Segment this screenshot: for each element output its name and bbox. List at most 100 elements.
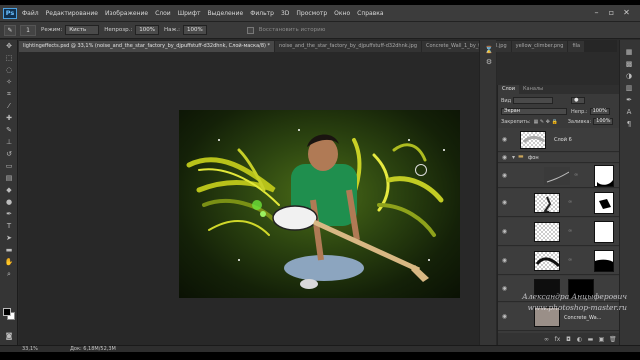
layer-mask-thumbnail[interactable] [594,165,614,187]
foreground-color-swatch[interactable] [3,308,11,316]
menu-items: Файл Редактирование Изображение Слои Шри… [22,5,391,22]
color-panel-icon[interactable]: ▦ [623,48,635,57]
tab-yellow-climber[interactable]: yellow_climber.png [511,41,568,52]
tab-lightingeffects[interactable]: lightingeffects.psd @ 33,1% (noise_and_t… [19,41,275,52]
menu-edit[interactable]: Редактирование [46,10,98,17]
layer-thumbnail [544,167,570,185]
opacity-field[interactable]: 100% [135,25,159,35]
add-mask-icon[interactable]: ◘ [565,336,572,343]
menu-file[interactable]: Файл [22,10,39,17]
visibility-eye-icon[interactable]: ◉ [501,172,508,179]
chevron-down-icon[interactable]: ▾ [512,154,515,161]
gradient-tool-icon[interactable]: ▤ [3,174,15,183]
menu-help[interactable]: Справка [357,10,383,17]
history-panel-icon[interactable]: ⌛ [483,46,495,55]
layer-name[interactable]: Concrete_Wa... [564,315,601,321]
zoom-tool-icon[interactable]: ⌕ [3,270,15,279]
link-layers-icon[interactable]: ∞ [543,336,550,343]
layer-row[interactable]: ◉ Слой 6 [498,128,620,152]
menu-view[interactable]: Просмотр [296,10,327,17]
link-icon: ∞ [574,172,579,178]
layer-row[interactable]: ◉ ∞ [498,189,620,217]
menu-window[interactable]: Окно [334,10,350,17]
adjustments-panel-icon[interactable]: ◑ [623,72,635,81]
styles-panel-icon[interactable]: ▥ [623,84,635,93]
crop-tool-icon[interactable]: ⌗ [3,90,15,99]
layer-mask-thumbnail[interactable] [594,192,614,214]
visibility-eye-icon[interactable]: ◉ [501,285,508,292]
menu-3d[interactable]: 3D [281,10,289,17]
eyedropper-tool-icon[interactable]: ⁄ [3,102,15,111]
adjustment-layer-icon[interactable]: ◐ [576,336,583,343]
tab-fila[interactable]: fila [568,41,585,52]
fill-field[interactable]: 100% [593,118,614,125]
blend-mode-select[interactable]: Экран [501,108,567,115]
visibility-eye-icon[interactable]: ◉ [501,136,508,143]
brush-size-picker[interactable]: 1 [20,24,36,36]
tab-layers[interactable]: Слои [498,85,519,94]
layer-mask-thumbnail[interactable] [594,221,614,243]
tab-channels[interactable]: Каналы [519,85,547,94]
new-group-icon[interactable]: ▬ [587,336,594,343]
layer-opacity-label: Непр.: [571,108,588,115]
paragraph-panel-icon[interactable]: ¶ [623,120,635,129]
flow-field[interactable]: 100% [183,25,207,35]
group-name[interactable]: фон [528,155,539,161]
zoom-level[interactable]: 33,1% [22,346,38,352]
artwork-canvas[interactable] [179,110,460,298]
maximize-icon[interactable]: ▫ [606,7,617,18]
layer-row[interactable]: ◉ ∞ [498,247,620,275]
layer-style-icon[interactable]: fx [554,336,561,343]
layer-group-row[interactable]: ◉ ▾ ▬ фон [498,153,620,163]
erase-history-checkbox[interactable] [246,26,254,34]
tab-concrete-wall[interactable]: Concrete_Wall_1_by_tenjprill.jpg [422,41,511,52]
lock-icons[interactable]: ▦ ✎ ✥ 🔒 [534,119,558,125]
quick-select-tool-icon[interactable]: ✧ [3,78,15,87]
layer-name[interactable]: Слой 6 [554,137,572,143]
swatches-panel-icon[interactable]: ▩ [623,60,635,69]
menu-image[interactable]: Изображение [105,10,148,17]
shape-tool-icon[interactable]: ▬ [3,246,15,255]
blur-tool-icon[interactable]: ◆ [3,186,15,195]
visibility-eye-icon[interactable]: ◉ [501,257,508,264]
trash-icon[interactable]: 🗑 [609,336,617,343]
quick-mask-icon[interactable]: ◙ [3,332,15,341]
layer-row[interactable]: ◉ ∞ [498,164,620,188]
marquee-tool-icon[interactable]: ⬚ [3,54,15,63]
hand-tool-icon[interactable]: ✋ [3,258,15,267]
visibility-eye-icon[interactable]: ◉ [501,199,508,206]
minimize-icon[interactable]: – [591,7,602,18]
properties-panel-icon[interactable]: ⚙ [483,58,495,67]
dodge-tool-icon[interactable]: ● [3,198,15,207]
menu-type[interactable]: Шрифт [178,10,201,17]
lasso-tool-icon[interactable]: ◌ [3,66,15,75]
paths-panel-icon[interactable]: ✒ [623,96,635,105]
close-icon[interactable]: ✕ [621,7,632,18]
layer-opacity-field[interactable]: 100% [589,108,610,115]
layer-row[interactable]: ◉ ∞ [498,218,620,246]
filter-toggle[interactable]: ● [571,97,586,104]
brush-icon[interactable]: ✎ [4,24,16,36]
type-tool-icon[interactable]: T [3,222,15,231]
filter-kind-select[interactable] [513,97,554,104]
history-brush-tool-icon[interactable]: ↺ [3,150,15,159]
tab-noise-star-factory[interactable]: noise_and_the_star_factory_by_djpuffstuf… [275,41,421,52]
clone-stamp-tool-icon[interactable]: ⊥ [3,138,15,147]
eraser-tool-icon[interactable]: ▭ [3,162,15,171]
healing-brush-tool-icon[interactable]: ✚ [3,114,15,123]
canvas-area[interactable] [19,52,497,345]
menu-layers[interactable]: Слои [155,10,171,17]
menu-select[interactable]: Выделение [207,10,243,17]
visibility-eye-icon[interactable]: ◉ [501,154,508,161]
character-panel-icon[interactable]: A [623,108,635,117]
visibility-eye-icon[interactable]: ◉ [501,228,508,235]
visibility-eye-icon[interactable]: ◉ [501,313,508,320]
mode-select[interactable]: Кисть [65,25,100,35]
layer-mask-thumbnail[interactable] [594,250,614,272]
brush-tool-icon[interactable]: ✎ [3,126,15,135]
path-select-tool-icon[interactable]: ➤ [3,234,15,243]
pen-tool-icon[interactable]: ✒ [3,210,15,219]
move-tool-icon[interactable]: ✥ [3,42,15,51]
menu-filter[interactable]: Фильтр [250,10,274,17]
new-layer-icon[interactable]: ▣ [598,336,605,343]
